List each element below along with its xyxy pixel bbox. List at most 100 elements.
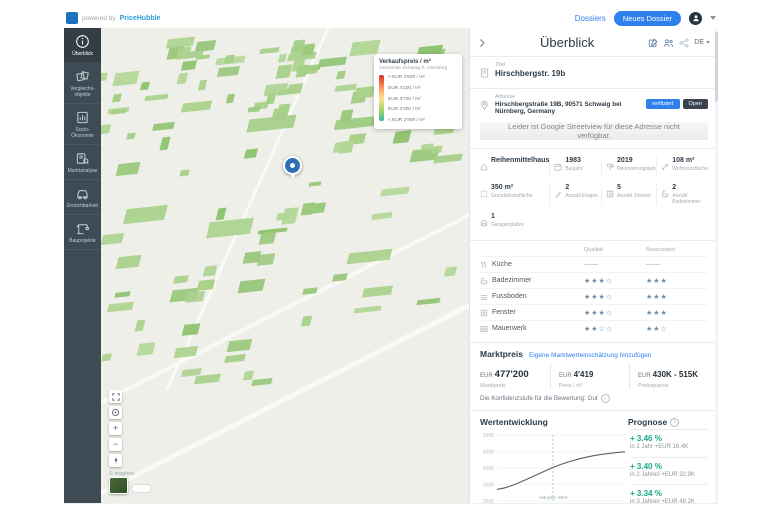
- map-building: [258, 231, 276, 245]
- map-building: [152, 122, 175, 132]
- map-building: [309, 182, 322, 188]
- new-dossier-button[interactable]: Neues Dossier: [614, 11, 681, 26]
- market-report-icon: [75, 151, 90, 166]
- map-building: [175, 47, 191, 60]
- map-building: [216, 207, 227, 220]
- map-building: [227, 339, 253, 353]
- market-price-value: 477'200: [495, 369, 529, 380]
- map-canvas[interactable]: Verkaufspreis / m² Gemeinde Schwaig b. N…: [101, 28, 470, 503]
- map-building: [336, 70, 346, 78]
- info-icon: [75, 34, 90, 49]
- compass-button[interactable]: [109, 454, 122, 467]
- legend-gradient-bar: [379, 75, 384, 121]
- location-pin-icon: [480, 97, 489, 115]
- market-price-title: Marktpreis: [480, 349, 523, 359]
- panel-header-icons: DE: [648, 38, 710, 48]
- house-icon: [480, 158, 488, 176]
- attribute-baujahr: 1983Baujahr: [549, 157, 601, 176]
- crane-icon: [75, 221, 90, 236]
- collapse-panel-button[interactable]: [478, 38, 486, 48]
- table-row-fenster: Fenster ★★★☆ ★★★: [480, 304, 708, 320]
- user-avatar[interactable]: [689, 12, 702, 25]
- map-road: [101, 186, 470, 503]
- map-building: [137, 342, 156, 355]
- map-building: [347, 249, 393, 264]
- sidebar-item-marktanalyse[interactable]: Marktanalyse: [64, 145, 101, 180]
- condition-rating: ★★★: [646, 309, 708, 317]
- zoom-out-button[interactable]: −: [109, 438, 122, 451]
- app-logo: [66, 12, 78, 24]
- brand-name: PriceHubble: [120, 15, 161, 22]
- calendar-icon: [554, 158, 562, 176]
- locate-icon: [111, 408, 120, 417]
- edit-icon[interactable]: [648, 38, 658, 48]
- scrollbar-thumb[interactable]: [715, 32, 718, 102]
- chevron-down-icon[interactable]: [710, 16, 716, 20]
- sidebar-item-ueberblick[interactable]: Überblick: [64, 28, 101, 63]
- map-style-toggle[interactable]: [109, 477, 128, 494]
- map-building: [110, 108, 126, 114]
- address-field: Adresse Hirschbergstraße 19B, 90571 Schw…: [470, 89, 718, 120]
- legend-subtitle: Gemeinde Schwaig b. Nürnberg: [379, 66, 457, 71]
- market-price-section: Marktpreis Eigene Marktwerteinschätzung …: [470, 343, 718, 410]
- open-badge[interactable]: Open: [683, 99, 708, 109]
- compare-icon: [75, 69, 90, 84]
- share-users-icon[interactable]: [663, 38, 674, 48]
- verified-badge[interactable]: verifiziert: [646, 99, 680, 109]
- map-building: [196, 54, 211, 60]
- panel-scrollbar[interactable]: [715, 28, 718, 503]
- chevron-right-icon: [478, 38, 486, 48]
- locate-button[interactable]: [109, 406, 122, 419]
- map-building: [107, 301, 133, 311]
- floor-icon: [480, 293, 488, 301]
- detail-panel: Überblick DE Titel Hirschberg: [470, 28, 718, 503]
- title-value[interactable]: Hirschbergstr. 19b: [495, 69, 565, 78]
- quality-rating: ★★★☆: [584, 293, 646, 301]
- forecast-title: Prognosei: [628, 417, 708, 427]
- map-building: [181, 61, 197, 71]
- legend-label: EUR 3'300 / m²: [388, 107, 425, 112]
- condition-column-header: Bauzustand: [646, 247, 708, 253]
- sidebar-item-label: Bauprojekte: [69, 238, 96, 244]
- stat-preisspanne: EUR430K - 515K Preisspanne: [629, 364, 708, 389]
- table-row-mauerwerk: Mauerwerk ★★☆☆ ★★☆: [480, 320, 708, 336]
- dossiers-link[interactable]: Dossiers: [575, 14, 606, 23]
- share-icon[interactable]: [679, 38, 689, 48]
- table-row-fussboden: Fussboden ★★★☆ ★★★: [480, 288, 708, 304]
- info-icon[interactable]: i: [601, 394, 610, 403]
- sidebar-item-label: Marktanalyse: [68, 168, 98, 174]
- sidebar-item-label: Erreichbarkeit: [67, 203, 98, 209]
- condition-rating: ★★★: [646, 293, 708, 301]
- map-building: [380, 187, 410, 197]
- property-marker[interactable]: [283, 156, 302, 175]
- zoom-in-button[interactable]: +: [109, 422, 122, 435]
- user-icon: [692, 14, 700, 22]
- svg-text:Aktueller Wert: Aktueller Wert: [539, 495, 568, 500]
- sidebar-item-bauprojekte[interactable]: Bauprojekte: [64, 215, 101, 250]
- map-building: [102, 354, 112, 362]
- address-value[interactable]: Hirschbergstraße 19B, 90571 Schwaig bei …: [495, 101, 640, 115]
- title-label: Titel: [495, 62, 565, 68]
- map-building: [301, 316, 313, 327]
- map-building: [159, 137, 170, 151]
- attribute-badezimmer: 2Anzahl Badezimmer: [656, 184, 708, 205]
- map-building: [242, 251, 260, 263]
- sidebar: Überblick Vergleichs­objekte Sozio-Ökono…: [64, 28, 101, 503]
- sidebar-item-erreichbarkeit[interactable]: Erreichbarkeit: [64, 180, 101, 215]
- map-building: [217, 66, 240, 77]
- map-building: [112, 94, 122, 102]
- compass-icon: [112, 457, 120, 465]
- value-development-title: Wertentwicklung: [480, 417, 628, 427]
- sidebar-item-vergleichsobjekte[interactable]: Vergleichs­objekte: [64, 63, 101, 104]
- table-row-kueche: Küche —— ——: [480, 256, 708, 272]
- map-building: [206, 217, 254, 237]
- map-building: [113, 71, 140, 86]
- attribute-wohnflaeche: 108 m²Wohnnutzfläche: [656, 157, 708, 176]
- add-own-valuation-link[interactable]: Eigene Marktwerteinschätzung hinzufügen: [529, 352, 652, 359]
- info-icon[interactable]: i: [670, 418, 679, 427]
- fullscreen-button[interactable]: [109, 390, 122, 403]
- condition-rating: ——: [646, 261, 708, 268]
- sidebar-item-sozio-oekonomie[interactable]: Sozio-Ökonomie: [64, 104, 101, 145]
- map-building: [134, 320, 144, 332]
- language-selector[interactable]: DE: [694, 39, 710, 46]
